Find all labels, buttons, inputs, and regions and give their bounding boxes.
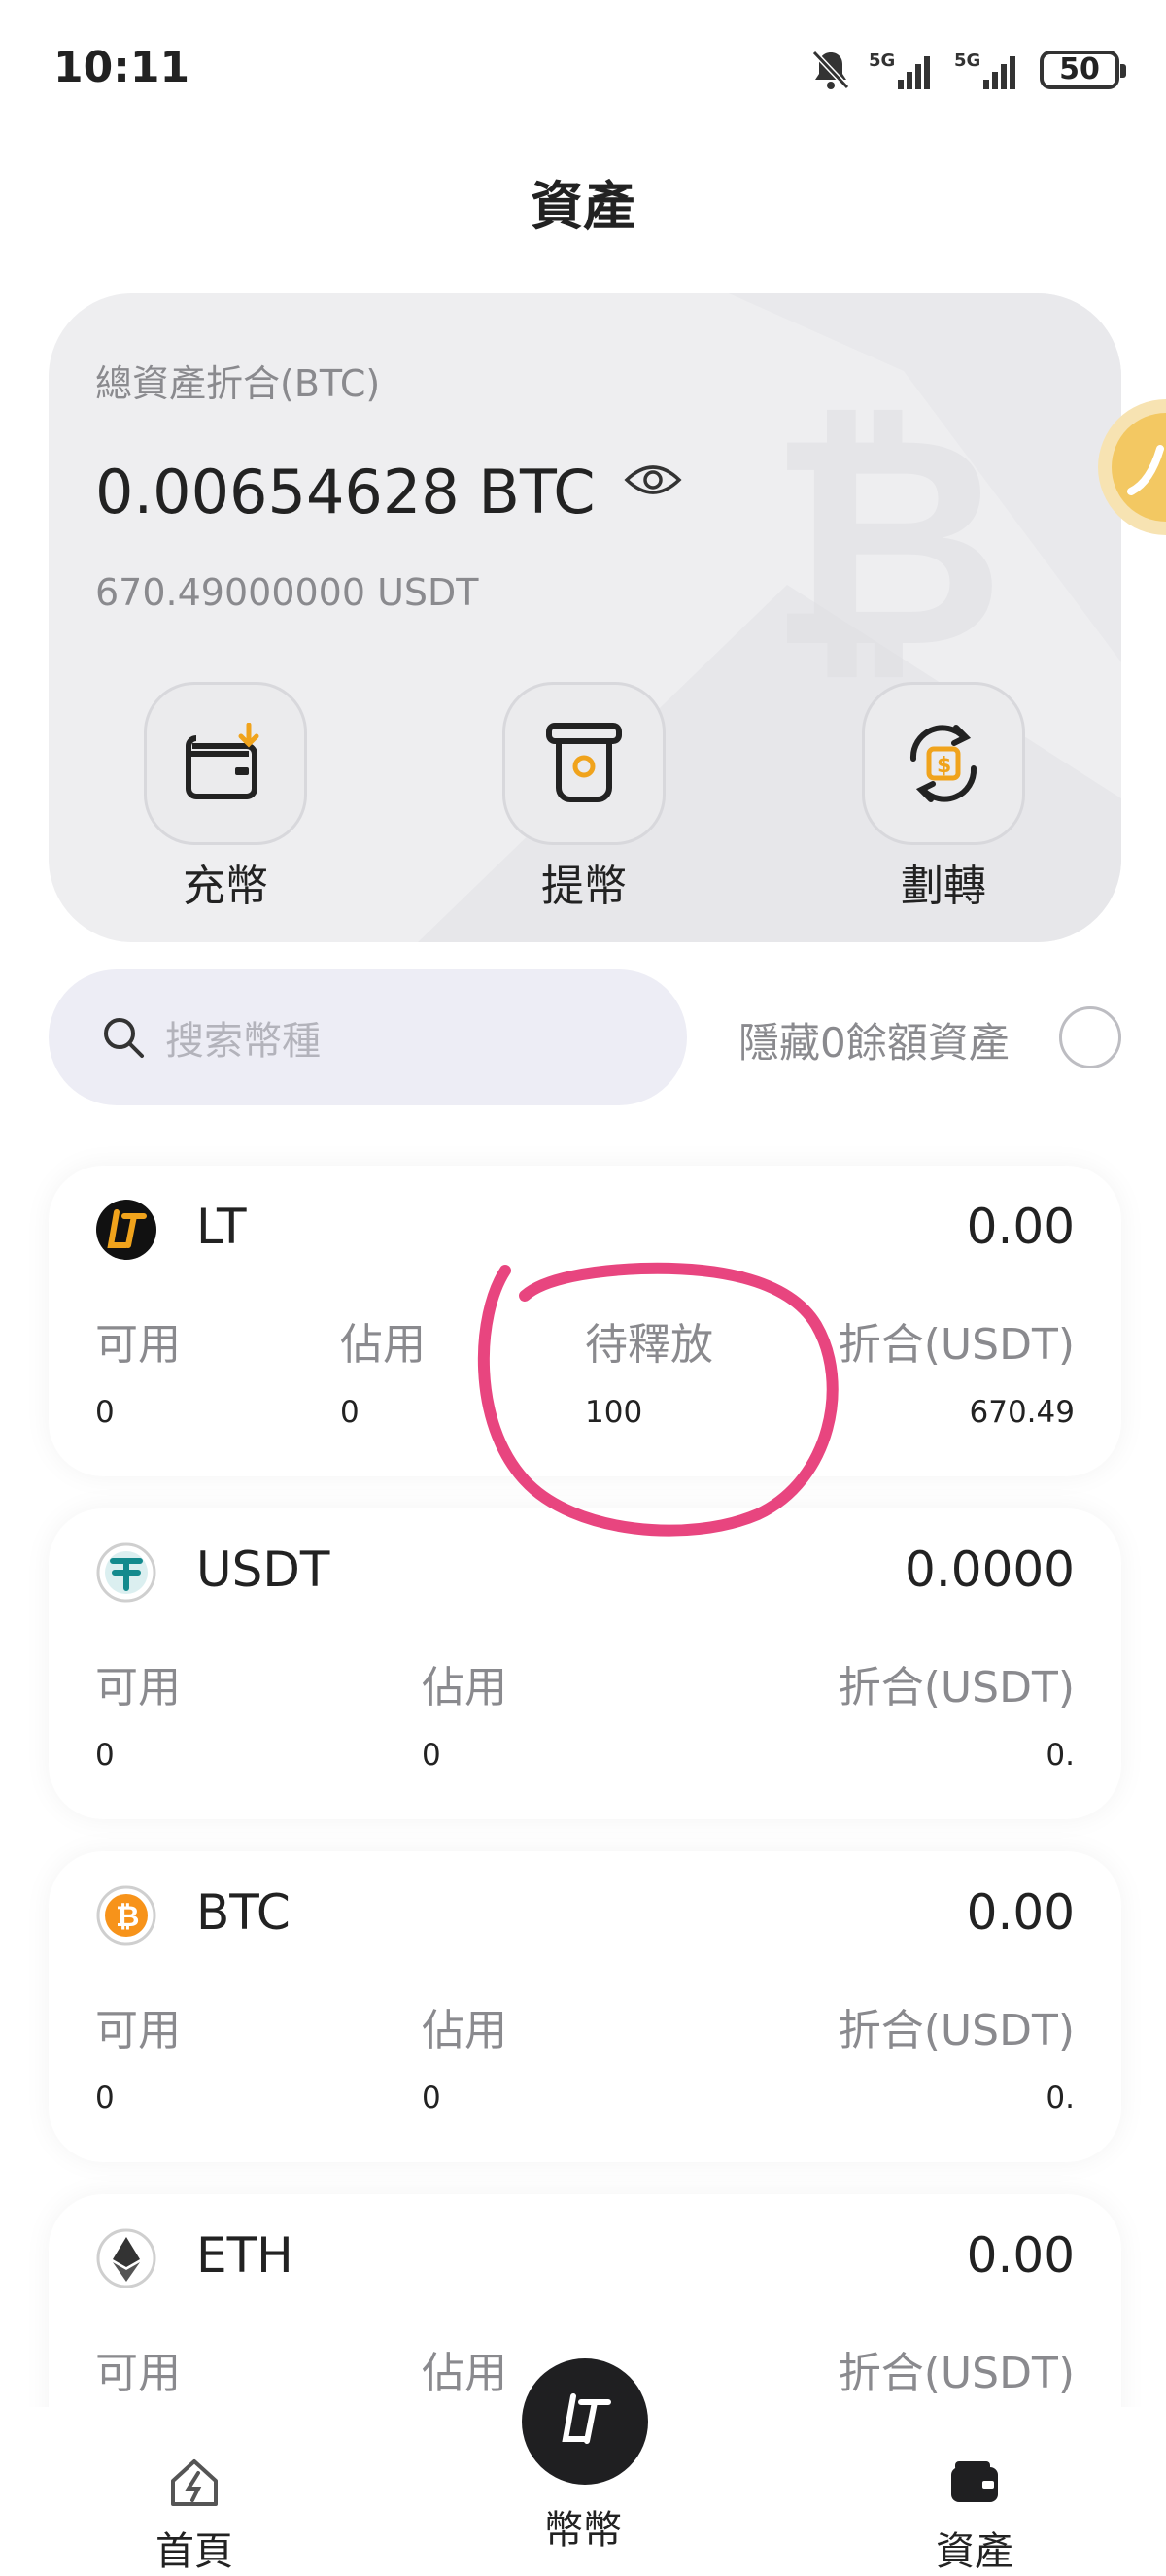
bitcoin-icon: ₿ (96, 1885, 156, 1946)
svg-text:5G: 5G (954, 51, 980, 71)
search-input[interactable]: 搜索幣種 (49, 969, 687, 1105)
nav-assets-label: 資產 (936, 2529, 1013, 2574)
lt-logo-icon (96, 1200, 156, 1260)
signal-5g-icon: 5G (954, 51, 1015, 89)
usdt-equivalent-label: 折合(USDT) (838, 1320, 1075, 1370)
available-label: 可用 (95, 1320, 181, 1370)
usdt-equivalent-label: 折合(USDT) (838, 2006, 1075, 2055)
svg-text:₿: ₿ (116, 1900, 139, 1934)
page-title: 資產 (531, 176, 635, 237)
asset-row-usdt[interactable]: USDT 0.0000 可用 0 佔用 0 折合(USDT) 0. (49, 1508, 1121, 1819)
total-assets-label: 總資產折合(BTC) (95, 362, 381, 405)
deposit-label: 充幣 (183, 862, 268, 911)
usdt-equivalent-value: 670.49 (969, 1395, 1075, 1430)
nav-home-label: 首頁 (155, 2529, 233, 2574)
asset-symbol: BTC (196, 1884, 291, 1941)
occupied-value: 0 (422, 2081, 441, 2116)
withdraw-atm-icon (502, 682, 666, 845)
signal-5g-icon: 5G (869, 51, 930, 89)
wallet-icon (951, 2461, 998, 2502)
bell-muted-icon (811, 50, 850, 90)
transfer-exchange-icon: $ (862, 682, 1025, 845)
hide-zero-toggle[interactable] (1059, 1006, 1121, 1068)
status-bar: 10:11 5G 5G 50 (0, 0, 1166, 146)
available-value: 0 (95, 2081, 115, 2116)
svg-text:₿: ₿ (768, 373, 1005, 712)
tether-icon (96, 1542, 156, 1603)
lt-logo-icon (562, 2393, 611, 2444)
available-value: 0 (95, 1738, 115, 1773)
asset-total: 0.00 (966, 1199, 1075, 1255)
total-assets-btc: 0.00654628 BTC (95, 457, 596, 527)
svg-text:5G: 5G (869, 51, 895, 71)
usdt-equivalent-value: 0. (1046, 2081, 1075, 2116)
available-label: 可用 (95, 2006, 181, 2055)
ethereum-icon (96, 2228, 156, 2288)
occupied-value: 0 (340, 1395, 360, 1430)
annotation-circle (477, 1262, 839, 1537)
withdraw-button[interactable]: 提幣 (497, 682, 671, 913)
asset-symbol: USDT (196, 1542, 330, 1598)
status-icons: 5G 5G 50 (810, 49, 1126, 91)
nav-assets[interactable]: 資產 (877, 2456, 1072, 2576)
battery-icon: 50 (1040, 51, 1126, 89)
withdraw-label: 提幣 (541, 862, 627, 911)
available-label: 可用 (95, 1663, 181, 1712)
search-icon (104, 1018, 144, 1058)
nav-spot-button[interactable] (522, 2358, 648, 2485)
transfer-button[interactable]: $ 劃轉 (856, 682, 1031, 913)
asset-total: 0.00 (966, 2227, 1075, 2284)
nav-spot-label: 幣幣 (544, 2508, 622, 2553)
usdt-equivalent-label: 折合(USDT) (838, 1663, 1075, 1712)
bottom-nav: 首頁 幣幣 資產 (0, 2358, 1166, 2576)
search-placeholder: 搜索幣種 (165, 1019, 321, 1064)
total-assets-usdt: 670.49000000 USDT (95, 571, 479, 614)
occupied-label: 佔用 (422, 2006, 507, 2055)
deposit-button[interactable]: 充幣 (138, 682, 313, 913)
eye-icon[interactable] (624, 460, 682, 503)
hide-zero-label: 隱藏0餘額資產 (738, 1019, 1010, 1067)
available-label: 可用 (95, 2349, 181, 2398)
occupied-value: 0 (422, 1738, 441, 1773)
asset-summary-card: ₿ 總資產折合(BTC) 0.00654628 BTC 670.49000000… (49, 293, 1121, 942)
status-time: 10:11 (53, 43, 190, 92)
occupied-label: 佔用 (340, 1320, 426, 1370)
svg-text:$: $ (937, 754, 951, 778)
asset-total: 0.00 (966, 1884, 1075, 1941)
home-icon (171, 2459, 218, 2506)
nav-home[interactable]: 首頁 (97, 2456, 292, 2576)
asset-symbol: ETH (196, 2227, 293, 2284)
usdt-equivalent-value: 0. (1046, 1738, 1075, 1773)
occupied-label: 佔用 (422, 1663, 507, 1712)
transfer-label: 劃轉 (901, 862, 986, 911)
available-value: 0 (95, 1395, 115, 1430)
usdt-equivalent-label: 折合(USDT) (838, 2349, 1075, 2398)
occupied-label: 佔用 (422, 2349, 507, 2398)
deposit-wallet-icon (144, 682, 307, 845)
asset-row-btc[interactable]: ₿ BTC 0.00 可用 0 佔用 0 折合(USDT) 0. (49, 1851, 1121, 2162)
asset-total: 0.0000 (905, 1542, 1075, 1598)
floating-coin-icon[interactable] (1092, 396, 1166, 538)
asset-symbol: LT (196, 1199, 247, 1255)
